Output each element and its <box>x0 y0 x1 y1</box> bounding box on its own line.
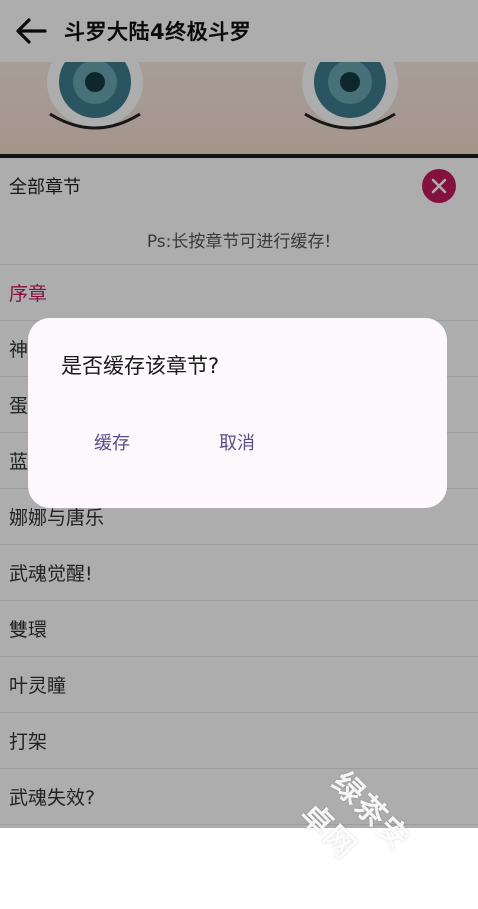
app-root: 斗罗大陆4终极斗罗 全部章节 Ps:长按章节可进行缓存! 序章 神 蛋 蓝 娜娜… <box>0 0 478 867</box>
cache-button[interactable]: 缓存 <box>94 430 130 458</box>
dialog-message: 是否缓存该章节? <box>61 354 220 378</box>
cancel-button[interactable]: 取消 <box>219 430 255 458</box>
cache-dialog: 是否缓存该章节? 缓存 取消 <box>28 318 447 508</box>
